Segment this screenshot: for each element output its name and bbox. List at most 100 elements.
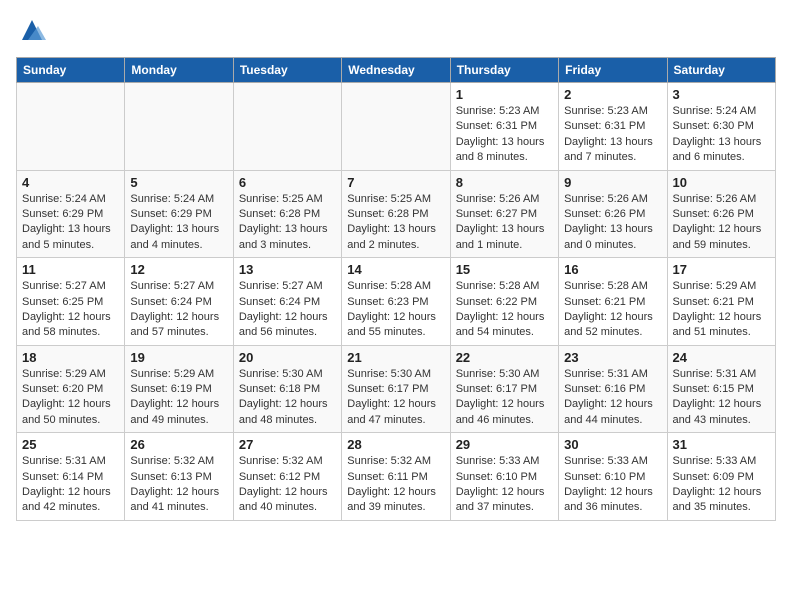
day-number: 25 [22,437,119,452]
weekday-monday: Monday [125,58,233,83]
calendar-cell: 21 Sunrise: 5:30 AM Sunset: 6:17 PM Dayli… [342,345,450,433]
week-row-5: 25Sunrise: 5:31 AM Sunset: 6:14 PM Dayli… [17,433,776,521]
weekday-saturday: Saturday [667,58,775,83]
day-number: 27 [239,437,336,452]
day-info: Sunrise: 5:26 AM Sunset: 6:26 PM Dayligh… [564,192,661,254]
day-number: 24 [673,350,770,365]
day-info: Sunrise: 5:33 AM Sunset: 6:10 PM Dayligh… [456,454,553,516]
calendar-cell [17,83,125,171]
day-number: 28 [347,437,444,452]
day-number: 5 [130,175,227,190]
calendar-cell [342,83,450,171]
day-number: 4 [22,175,119,190]
day-number: 2 [564,87,661,102]
day-number: 6 [239,175,336,190]
calendar-cell: 7 Sunrise: 5:25 AM Sunset: 6:28 PM Daylig… [342,170,450,258]
day-number: 1 [456,87,553,102]
calendar-cell: 16 Sunrise: 5:28 AM Sunset: 6:21 PM Dayli… [559,258,667,346]
day-info: Sunrise: 5:26 AM Sunset: 6:27 PM Dayligh… [456,192,553,254]
calendar-cell: 31 Sunrise: 5:33 AM Sunset: 6:09 PM Dayli… [667,433,775,521]
calendar-cell: 26Sunrise: 5:32 AM Sunset: 6:13 PM Dayli… [125,433,233,521]
day-number: 23 [564,350,661,365]
day-number: 20 [239,350,336,365]
weekday-tuesday: Tuesday [233,58,341,83]
day-info: Sunrise: 5:27 AM Sunset: 6:24 PM Dayligh… [130,279,227,341]
day-number: 21 [347,350,444,365]
day-number: 15 [456,262,553,277]
calendar-cell: 25Sunrise: 5:31 AM Sunset: 6:14 PM Dayli… [17,433,125,521]
logo [16,16,46,49]
day-info: Sunrise: 5:31 AM Sunset: 6:16 PM Dayligh… [564,367,661,429]
calendar-cell: 22Sunrise: 5:30 AM Sunset: 6:17 PM Dayli… [450,345,558,433]
day-number: 17 [673,262,770,277]
calendar-cell: 19Sunrise: 5:29 AM Sunset: 6:19 PM Dayli… [125,345,233,433]
calendar-cell: 4Sunrise: 5:24 AM Sunset: 6:29 PM Daylig… [17,170,125,258]
calendar-cell: 15 Sunrise: 5:28 AM Sunset: 6:22 PM Dayli… [450,258,558,346]
day-number: 13 [239,262,336,277]
calendar-cell: 24Sunrise: 5:31 AM Sunset: 6:15 PM Dayli… [667,345,775,433]
calendar-cell: 2 Sunrise: 5:23 AM Sunset: 6:31 PM Daylig… [559,83,667,171]
day-info: Sunrise: 5:28 AM Sunset: 6:23 PM Dayligh… [347,279,444,341]
day-info: Sunrise: 5:33 AM Sunset: 6:09 PM Dayligh… [673,454,770,516]
logo-icon [18,16,46,44]
day-info: Sunrise: 5:25 AM Sunset: 6:28 PM Dayligh… [347,192,444,254]
day-info: Sunrise: 5:30 AM Sunset: 6:17 PM Dayligh… [347,367,444,429]
day-number: 14 [347,262,444,277]
day-number: 3 [673,87,770,102]
calendar-cell: 14 Sunrise: 5:28 AM Sunset: 6:23 PM Dayli… [342,258,450,346]
weekday-friday: Friday [559,58,667,83]
page-header [16,16,776,49]
day-info: Sunrise: 5:26 AM Sunset: 6:26 PM Dayligh… [673,192,770,254]
day-number: 8 [456,175,553,190]
weekday-header-row: SundayMondayTuesdayWednesdayThursdayFrid… [17,58,776,83]
day-number: 10 [673,175,770,190]
calendar-cell: 13 Sunrise: 5:27 AM Sunset: 6:24 PM Dayli… [233,258,341,346]
day-info: Sunrise: 5:28 AM Sunset: 6:22 PM Dayligh… [456,279,553,341]
calendar-cell: 3Sunrise: 5:24 AM Sunset: 6:30 PM Daylig… [667,83,775,171]
day-number: 29 [456,437,553,452]
day-info: Sunrise: 5:33 AM Sunset: 6:10 PM Dayligh… [564,454,661,516]
day-info: Sunrise: 5:29 AM Sunset: 6:20 PM Dayligh… [22,367,119,429]
calendar-cell [125,83,233,171]
weekday-wednesday: Wednesday [342,58,450,83]
day-number: 31 [673,437,770,452]
calendar-cell: 9 Sunrise: 5:26 AM Sunset: 6:26 PM Daylig… [559,170,667,258]
calendar-cell: 8 Sunrise: 5:26 AM Sunset: 6:27 PM Daylig… [450,170,558,258]
weekday-thursday: Thursday [450,58,558,83]
day-number: 9 [564,175,661,190]
week-row-3: 11 Sunrise: 5:27 AM Sunset: 6:25 PM Dayli… [17,258,776,346]
calendar-cell: 18 Sunrise: 5:29 AM Sunset: 6:20 PM Dayli… [17,345,125,433]
week-row-1: 1 Sunrise: 5:23 AM Sunset: 6:31 PM Daylig… [17,83,776,171]
day-info: Sunrise: 5:28 AM Sunset: 6:21 PM Dayligh… [564,279,661,341]
calendar-cell: 20 Sunrise: 5:30 AM Sunset: 6:18 PM Dayli… [233,345,341,433]
calendar-cell: 28 Sunrise: 5:32 AM Sunset: 6:11 PM Dayli… [342,433,450,521]
day-info: Sunrise: 5:27 AM Sunset: 6:24 PM Dayligh… [239,279,336,341]
day-info: Sunrise: 5:27 AM Sunset: 6:25 PM Dayligh… [22,279,119,341]
day-info: Sunrise: 5:30 AM Sunset: 6:17 PM Dayligh… [456,367,553,429]
day-info: Sunrise: 5:30 AM Sunset: 6:18 PM Dayligh… [239,367,336,429]
day-number: 12 [130,262,227,277]
day-number: 7 [347,175,444,190]
day-number: 18 [22,350,119,365]
day-number: 30 [564,437,661,452]
day-info: Sunrise: 5:23 AM Sunset: 6:31 PM Dayligh… [564,104,661,166]
day-info: Sunrise: 5:29 AM Sunset: 6:19 PM Dayligh… [130,367,227,429]
calendar-cell: 1Sunrise: 5:23 AM Sunset: 6:31 PM Daylig… [450,83,558,171]
calendar-cell: 23 Sunrise: 5:31 AM Sunset: 6:16 PM Dayli… [559,345,667,433]
day-number: 16 [564,262,661,277]
day-info: Sunrise: 5:32 AM Sunset: 6:11 PM Dayligh… [347,454,444,516]
calendar-cell: 12 Sunrise: 5:27 AM Sunset: 6:24 PM Dayli… [125,258,233,346]
calendar-cell: 6 Sunrise: 5:25 AM Sunset: 6:28 PM Daylig… [233,170,341,258]
calendar-cell: 10 Sunrise: 5:26 AM Sunset: 6:26 PM Dayli… [667,170,775,258]
calendar-cell: 11 Sunrise: 5:27 AM Sunset: 6:25 PM Dayli… [17,258,125,346]
day-info: Sunrise: 5:25 AM Sunset: 6:28 PM Dayligh… [239,192,336,254]
calendar-cell: 27Sunrise: 5:32 AM Sunset: 6:12 PM Dayli… [233,433,341,521]
calendar-cell: 30 Sunrise: 5:33 AM Sunset: 6:10 PM Dayli… [559,433,667,521]
calendar-body: 1 Sunrise: 5:23 AM Sunset: 6:31 PM Daylig… [17,83,776,521]
day-number: 11 [22,262,119,277]
weekday-sunday: Sunday [17,58,125,83]
calendar-cell [233,83,341,171]
week-row-2: 4Sunrise: 5:24 AM Sunset: 6:29 PM Daylig… [17,170,776,258]
calendar-table: SundayMondayTuesdayWednesdayThursdayFrid… [16,57,776,521]
day-info: Sunrise: 5:32 AM Sunset: 6:13 PM Dayligh… [130,454,227,516]
